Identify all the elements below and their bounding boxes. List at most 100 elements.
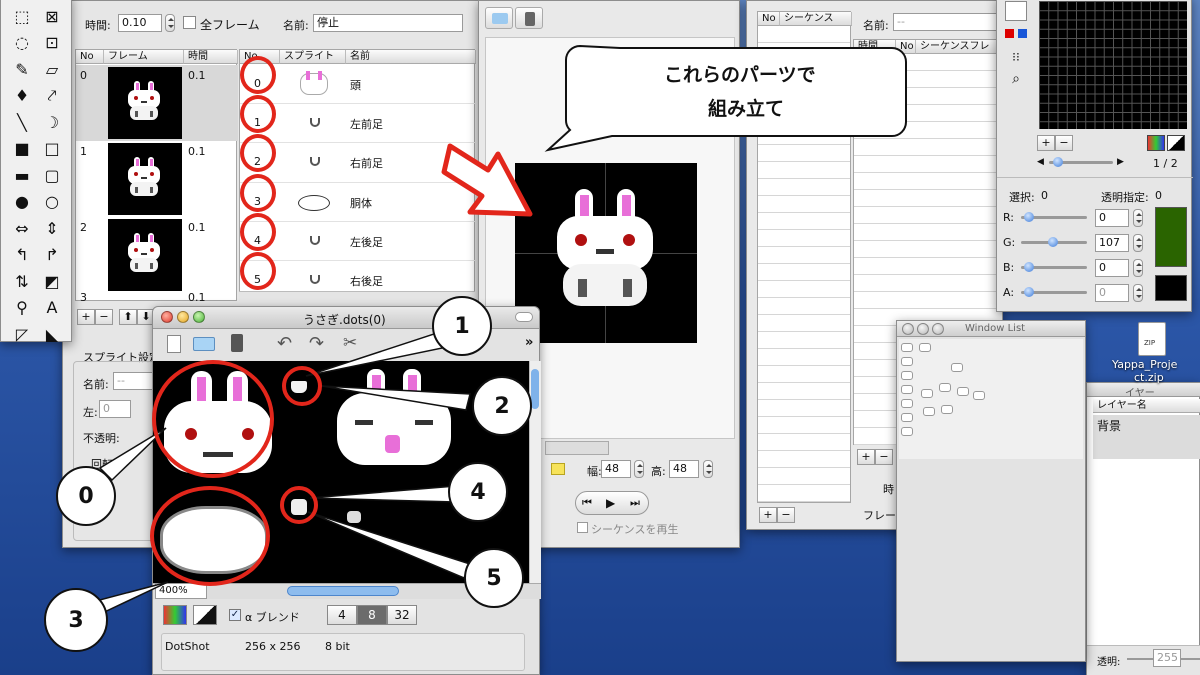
height-stepper[interactable]: [703, 460, 713, 478]
zoom-icon[interactable]: [932, 323, 944, 335]
window-thumbnail[interactable]: [923, 407, 935, 416]
sequence-row[interactable]: [758, 348, 850, 349]
next-page-icon[interactable]: ▶: [1117, 157, 1124, 167]
remove-sequence-button[interactable]: −: [777, 507, 795, 523]
transparency-input[interactable]: 255: [1153, 649, 1181, 667]
r-slider-knob[interactable]: [1024, 212, 1034, 222]
eyedropper-icon[interactable]: ⌕: [1005, 69, 1027, 89]
close-icon[interactable]: [902, 323, 914, 335]
all-frames-checkbox[interactable]: [183, 16, 196, 29]
g-slider-knob[interactable]: [1048, 237, 1058, 247]
minimize-icon[interactable]: [177, 311, 189, 323]
sequence-row[interactable]: [758, 161, 850, 162]
seqframe-col-no[interactable]: No: [896, 40, 916, 54]
sequence-frame-row[interactable]: [854, 70, 1002, 71]
magic-select-icon[interactable]: ⊡: [39, 30, 65, 56]
swap-color-icon[interactable]: [1005, 23, 1027, 43]
window-thumbnail[interactable]: [973, 391, 985, 400]
window-thumbnail[interactable]: [951, 363, 963, 372]
table-row[interactable]: 3 0.1: [76, 293, 238, 302]
sequence-frame-row[interactable]: [854, 104, 1002, 105]
mono-mode-button[interactable]: [193, 605, 217, 625]
line-icon[interactable]: ╲: [9, 109, 35, 135]
seq-col-no[interactable]: No: [758, 12, 780, 26]
sprite-scrollbar[interactable]: [239, 291, 475, 301]
sequence-frame-row[interactable]: [854, 223, 1002, 224]
selected-color-swatch[interactable]: [1155, 207, 1187, 267]
sequence-row[interactable]: [758, 365, 850, 366]
rotate-left-icon[interactable]: ↰: [9, 242, 35, 268]
sequence-row[interactable]: [758, 144, 850, 145]
sequence-row[interactable]: [758, 263, 850, 264]
window-thumbnail[interactable]: [901, 399, 913, 408]
left-input[interactable]: 0: [99, 400, 131, 418]
window-thumbnail[interactable]: [901, 385, 913, 394]
b-stepper[interactable]: [1133, 259, 1143, 277]
sequence-row[interactable]: [758, 314, 850, 315]
toolbar-toggle-button[interactable]: [515, 312, 533, 322]
sequence-frame-row[interactable]: [854, 155, 1002, 156]
palette-color-mode-icon[interactable]: [1147, 135, 1165, 151]
sequence-row[interactable]: [758, 42, 850, 43]
time-stepper[interactable]: [165, 14, 175, 32]
sequence-frame-row[interactable]: [854, 291, 1002, 292]
sequence-frame-row[interactable]: [854, 121, 1002, 122]
add-seqframe-button[interactable]: +: [857, 449, 875, 465]
sequence-row[interactable]: [758, 229, 850, 230]
move-up-button[interactable]: ⬆: [119, 309, 137, 325]
sprite-name-input[interactable]: --: [113, 372, 153, 390]
filled-rect-icon[interactable]: ■: [9, 136, 35, 162]
window-thumbnail[interactable]: [941, 405, 953, 414]
b-slider-knob[interactable]: [1024, 262, 1034, 272]
sequence-frame-row[interactable]: [854, 308, 1002, 309]
table-row[interactable]: 1 0.1: [76, 141, 238, 217]
seqframe-col-seqframe[interactable]: シーケンスフレ: [916, 40, 1004, 54]
play-sequence-checkbox[interactable]: [577, 522, 588, 533]
palette-mono-mode-icon[interactable]: [1167, 135, 1185, 151]
preview-canvas[interactable]: [515, 163, 697, 343]
window-thumbnail[interactable]: [901, 413, 913, 422]
remove-frame-button[interactable]: −: [95, 309, 113, 325]
table-row[interactable]: 2 0.1: [76, 217, 238, 293]
swap-colors-icon[interactable]: ⇅: [9, 268, 35, 294]
window-thumbnail[interactable]: [901, 343, 913, 352]
more-toolbar-icon[interactable]: »: [525, 335, 533, 350]
time-input[interactable]: 0.10: [118, 14, 162, 32]
a-input[interactable]: 0: [1095, 284, 1129, 302]
alpha-blend-checkbox[interactable]: ✓: [229, 609, 241, 621]
play-icon[interactable]: ▶: [606, 496, 615, 510]
sequence-frame-row[interactable]: [854, 206, 1002, 207]
move-icon[interactable]: ◸: [9, 321, 35, 347]
add-sequence-button[interactable]: +: [759, 507, 777, 523]
layer-row[interactable]: 背景: [1093, 415, 1200, 459]
sequence-row[interactable]: [758, 382, 850, 383]
sequence-row[interactable]: [758, 195, 850, 196]
bit-32-button[interactable]: 32: [387, 605, 417, 625]
g-slider[interactable]: [1021, 237, 1087, 247]
zoom-input[interactable]: 400%: [155, 583, 207, 599]
sequence-row[interactable]: [758, 399, 850, 400]
sequence-row[interactable]: [758, 467, 850, 468]
add-frame-button[interactable]: +: [77, 309, 95, 325]
marquee-rect-icon[interactable]: ⬚: [9, 3, 35, 29]
sequence-frame-row[interactable]: [854, 240, 1002, 241]
new-doc-icon[interactable]: [167, 335, 181, 353]
a-slider[interactable]: [1021, 287, 1087, 297]
b-slider[interactable]: [1021, 262, 1087, 272]
note-icon[interactable]: [551, 463, 565, 475]
filled-roundrect-icon[interactable]: ▬: [9, 162, 35, 188]
redo-icon[interactable]: ↷: [309, 333, 324, 354]
layer-col-name[interactable]: レイヤー名: [1093, 399, 1200, 413]
filled-ellipse-icon[interactable]: ●: [9, 189, 35, 215]
undo-icon[interactable]: ↶: [277, 333, 292, 354]
sequence-row[interactable]: [758, 433, 850, 434]
ellipse-icon[interactable]: ○: [39, 189, 65, 215]
bit-4-button[interactable]: 4: [327, 605, 357, 625]
sequence-frame-row[interactable]: [854, 257, 1002, 258]
eyedropper-icon[interactable]: ⤤: [39, 83, 65, 109]
remove-seqframe-button[interactable]: −: [875, 449, 893, 465]
g-stepper[interactable]: [1133, 234, 1143, 252]
forward-icon[interactable]: ⏭: [630, 496, 640, 510]
sprite-col-sprite[interactable]: スプライト: [280, 50, 346, 64]
sequence-frame-row[interactable]: [854, 87, 1002, 88]
